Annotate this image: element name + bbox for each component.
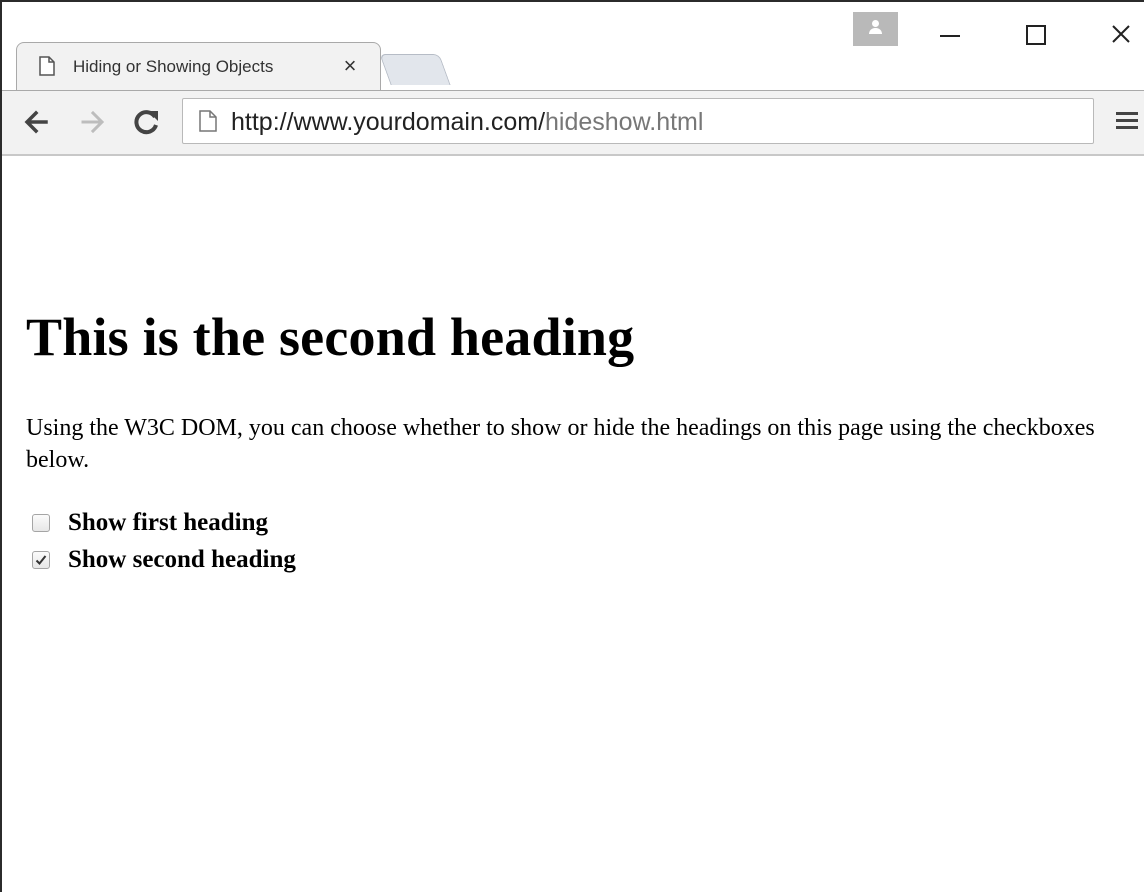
back-button[interactable]: [20, 105, 54, 139]
tab-strip: Hiding or Showing Objects ×: [2, 2, 1144, 92]
page-icon: [39, 56, 55, 76]
minimize-button[interactable]: [932, 16, 972, 52]
second-heading: This is the second heading: [26, 307, 635, 367]
show-second-heading-checkbox[interactable]: [32, 551, 50, 569]
reload-button[interactable]: [130, 105, 164, 139]
new-tab-button[interactable]: [379, 54, 451, 85]
forward-button[interactable]: [76, 105, 110, 139]
close-icon: [1112, 25, 1130, 43]
menu-icon[interactable]: [1112, 109, 1142, 139]
page-icon: [199, 110, 217, 137]
browser-toolbar: http://www.yourdomain.com/hideshow.html: [2, 90, 1144, 156]
browser-tab[interactable]: Hiding or Showing Objects ×: [16, 42, 381, 92]
url-path: hideshow.html: [545, 108, 704, 136]
url-text: http://www.yourdomain.com/hideshow.html: [231, 108, 703, 137]
checkmark-icon: [35, 555, 47, 565]
show-first-heading-checkbox[interactable]: [32, 514, 50, 532]
checkbox-row-first: Show first heading: [32, 506, 268, 540]
url-domain: http://www.yourdomain.com/: [231, 108, 546, 136]
tab-close-icon[interactable]: ×: [339, 53, 361, 78]
address-bar[interactable]: http://www.yourdomain.com/hideshow.html: [182, 98, 1094, 144]
tab-title: Hiding or Showing Objects: [73, 57, 313, 77]
checkbox-label: Show first heading: [68, 509, 269, 536]
profile-icon[interactable]: [853, 12, 898, 46]
intro-paragraph: Using the W3C DOM, you can choose whethe…: [26, 415, 1095, 473]
checkbox-label: Show second heading: [68, 546, 296, 573]
maximize-button[interactable]: [1020, 16, 1060, 52]
close-window-button[interactable]: [1102, 16, 1142, 52]
browser-window: Hiding or Showing Objects × http://www.y…: [0, 0, 1144, 892]
reload-icon: [134, 110, 158, 135]
checkbox-row-second: Show second heading: [32, 543, 296, 577]
back-arrow-icon: [24, 110, 48, 134]
forward-arrow-icon: [81, 110, 105, 134]
